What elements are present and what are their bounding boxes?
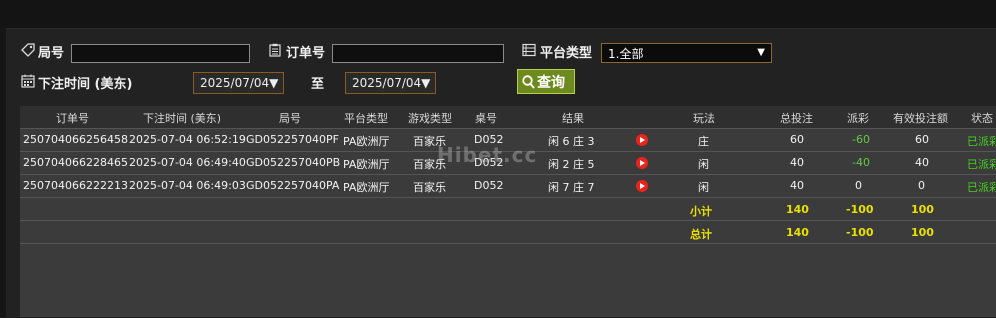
col-status: 状态 bbox=[971, 112, 993, 125]
col-bet: 总投注 bbox=[780, 112, 813, 125]
payout: 0 bbox=[855, 179, 862, 192]
tag-icon bbox=[21, 43, 35, 57]
query-button[interactable]: 查询 bbox=[517, 69, 575, 94]
play-type: 庄 bbox=[698, 135, 709, 148]
status-badge: 已派彩 bbox=[967, 135, 996, 148]
total-bet: 60 bbox=[790, 133, 804, 146]
result: 闲 2 庄 5 bbox=[548, 158, 595, 171]
play-type: 闲 bbox=[698, 158, 709, 171]
subtotal-row: 小计 140 -100 100 bbox=[20, 197, 996, 220]
table-empty-area bbox=[20, 243, 996, 318]
platform: PA欧洲厅 bbox=[343, 135, 390, 148]
round-number: GD052257040PF bbox=[246, 133, 339, 146]
result: 闲 7 庄 7 bbox=[548, 181, 595, 194]
valid-bet: 40 bbox=[915, 156, 929, 169]
table-row[interactable]: 250704066222213 2025-07-04 06:49:03 GD05… bbox=[20, 174, 996, 197]
date-to-picker[interactable]: 2025/07/04▼ bbox=[345, 72, 436, 94]
table-header: 订单号 下注时间 (美东) 局号 平台类型 游戏类型 桌号 结果 玩法 总投注 … bbox=[20, 106, 996, 128]
order-number: 250704066256458 bbox=[23, 133, 128, 146]
col-valid-bet: 有效投注额 bbox=[893, 112, 948, 125]
bet-time: 2025-07-04 06:49:40 bbox=[129, 156, 246, 169]
status-badge: 已派彩 bbox=[967, 181, 996, 194]
total-valid: 100 bbox=[911, 226, 934, 239]
payout: -40 bbox=[852, 156, 870, 169]
round-number: GD052257040PA bbox=[246, 179, 340, 192]
subtotal-payout: -100 bbox=[846, 203, 874, 216]
total-bet: 40 bbox=[790, 179, 804, 192]
valid-bet: 60 bbox=[915, 133, 929, 146]
round-number: GD052257040PB bbox=[246, 156, 341, 169]
calendar-icon bbox=[21, 74, 35, 88]
subtotal-valid: 100 bbox=[911, 203, 934, 216]
play-replay-icon[interactable] bbox=[636, 134, 648, 146]
col-platform: 平台类型 bbox=[344, 112, 388, 125]
play-replay-icon[interactable] bbox=[636, 157, 648, 169]
game-type: 百家乐 bbox=[413, 181, 446, 194]
total-bet: 40 bbox=[790, 156, 804, 169]
payout: -60 bbox=[852, 133, 870, 146]
total-label: 总计 bbox=[690, 228, 712, 241]
bet-records-table: 订单号 下注时间 (美东) 局号 平台类型 游戏类型 桌号 结果 玩法 总投注 … bbox=[20, 106, 996, 317]
col-order: 订单号 bbox=[56, 112, 89, 125]
round-input[interactable] bbox=[71, 44, 250, 63]
bet-time-label: 下注时间 (美东) bbox=[38, 77, 133, 92]
round-label: 局号 bbox=[38, 46, 65, 61]
col-play: 玩法 bbox=[693, 112, 715, 125]
chevron-down-icon: ▼ bbox=[757, 47, 765, 58]
platform: PA欧洲厅 bbox=[343, 181, 390, 194]
platform-selected: 1.全部 bbox=[608, 47, 644, 61]
col-round: 局号 bbox=[279, 112, 301, 125]
result: 闲 6 庄 3 bbox=[548, 135, 595, 148]
clipboard-icon bbox=[269, 43, 281, 57]
order-input[interactable] bbox=[332, 44, 504, 63]
to-label: 至 bbox=[311, 77, 325, 92]
list-icon bbox=[522, 43, 536, 57]
valid-bet: 0 bbox=[918, 179, 925, 192]
total-bet: 140 bbox=[786, 226, 809, 239]
bet-time: 2025-07-04 06:49:03 bbox=[129, 179, 246, 192]
subtotal-bet: 140 bbox=[786, 203, 809, 216]
play-type: 闲 bbox=[698, 181, 709, 194]
col-game: 游戏类型 bbox=[408, 112, 452, 125]
col-table: 桌号 bbox=[475, 112, 497, 125]
table-number: D052 bbox=[474, 179, 504, 192]
col-payout: 派彩 bbox=[847, 112, 869, 125]
col-bet-time: 下注时间 (美东) bbox=[143, 112, 222, 125]
total-payout: -100 bbox=[846, 226, 874, 239]
watermark: Hibet.cc bbox=[437, 143, 538, 167]
query-label: 查询 bbox=[537, 75, 565, 91]
order-number: 250704066228465 bbox=[23, 156, 128, 169]
bet-time: 2025-07-04 06:52:19 bbox=[129, 133, 246, 146]
date-from-picker[interactable]: 2025/07/04▼ bbox=[193, 72, 284, 94]
play-replay-icon[interactable] bbox=[636, 180, 648, 192]
col-result: 结果 bbox=[562, 112, 584, 125]
order-number: 250704066222213 bbox=[23, 179, 128, 192]
platform-label: 平台类型 bbox=[540, 46, 593, 61]
platform-select[interactable]: 1.全部 ▼ bbox=[601, 43, 772, 63]
total-row: 总计 140 -100 100 bbox=[20, 220, 996, 243]
top-bar bbox=[0, 0, 996, 29]
search-icon bbox=[522, 75, 535, 89]
subtotal-label: 小计 bbox=[690, 205, 712, 218]
platform: PA欧洲厅 bbox=[343, 158, 390, 171]
order-label: 订单号 bbox=[286, 46, 326, 61]
status-badge: 已派彩 bbox=[967, 158, 996, 171]
